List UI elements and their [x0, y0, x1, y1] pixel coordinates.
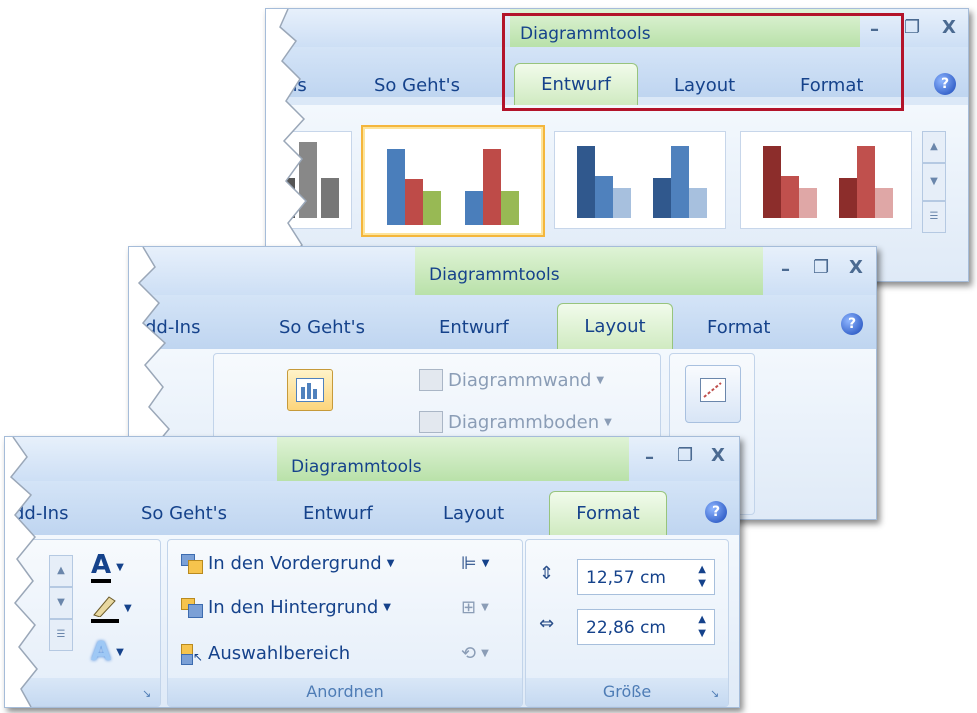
selection-pane-label: Auswahlbereich	[208, 643, 351, 664]
send-to-back-button[interactable]: In den Hintergrund ▼	[181, 597, 391, 618]
tab-entwurf[interactable]: Entwurf	[303, 503, 373, 524]
selection-pane-button[interactable]: ↖ Auswahlbereich	[181, 643, 351, 665]
shape-width-value: 22,86 cm	[586, 618, 666, 638]
align-button[interactable]: ⊫ ▼	[461, 553, 489, 574]
chevron-down-icon: ▼	[604, 416, 612, 428]
dialog-launcher-icon[interactable]: ↘	[710, 688, 722, 700]
text-effects-button[interactable]: A ▼	[91, 637, 124, 667]
plot-area-button[interactable]	[287, 369, 333, 411]
tab-so-gehts[interactable]: So Geht's	[141, 503, 227, 524]
torn-edge	[266, 9, 308, 281]
group-label-arrange: Anordnen	[168, 678, 522, 706]
ribbon-panel-format: Diagrammtools – ❐ X dd-Ins So Geht's Ent…	[4, 436, 740, 708]
shape-height-input[interactable]: 12,57 cm ▲ ▼	[577, 559, 715, 595]
chart-style-colorful[interactable]	[361, 125, 545, 237]
restore-button[interactable]: ❐	[813, 257, 829, 278]
rotate-button[interactable]: ⟲ ▼	[461, 643, 489, 664]
chart-floor-button[interactable]: Diagrammboden ▼	[419, 411, 612, 433]
trendline-button[interactable]	[685, 365, 741, 423]
bring-to-front-icon	[181, 553, 203, 574]
align-icon: ⊫	[461, 553, 477, 574]
tab-format[interactable]: Format	[549, 491, 667, 536]
shape-height-icon: ⇕	[539, 563, 555, 584]
text-outline-button[interactable]: ▼	[91, 593, 132, 623]
chevron-down-icon: ▼	[116, 561, 124, 573]
restore-button[interactable]: ❐	[904, 17, 920, 38]
selection-pane-icon: ↖	[181, 643, 203, 665]
bring-to-front-button[interactable]: In den Vordergrund ▼	[181, 553, 394, 574]
ribbon-panel-entwurf: Diagrammtools – ❐ X ns So Geht's Entwurf…	[265, 8, 969, 282]
help-icon[interactable]: ?	[705, 501, 727, 523]
group-label-size: Größe	[526, 678, 728, 706]
shape-height-value: 12,57 cm	[586, 568, 666, 588]
send-to-back-icon	[181, 597, 203, 618]
chevron-down-icon: ▼	[383, 602, 391, 613]
highlight-box	[502, 13, 904, 111]
width-spinner[interactable]: ▲ ▼	[698, 613, 706, 641]
tab-so-gehts[interactable]: So Geht's	[279, 317, 365, 338]
height-spinner[interactable]: ▲ ▼	[698, 563, 706, 591]
gallery-scroll-down[interactable]: ▼	[922, 163, 946, 201]
chart-floor-icon	[419, 411, 443, 433]
dialog-launcher-icon[interactable]: ↘	[142, 688, 154, 700]
help-icon[interactable]: ?	[841, 313, 863, 335]
minimize-button[interactable]: –	[781, 259, 790, 280]
chart-style-red[interactable]	[740, 131, 912, 229]
chevron-down-icon: ▼	[124, 602, 132, 614]
chart-wall-icon	[419, 369, 443, 391]
rotate-icon: ⟲	[461, 643, 477, 664]
minimize-button[interactable]: –	[645, 447, 654, 468]
close-button[interactable]: X	[711, 445, 725, 466]
group-objects-button[interactable]: ⊞ ▼	[461, 597, 489, 618]
chevron-down-icon: ▼	[116, 646, 124, 658]
close-button[interactable]: X	[849, 257, 863, 278]
gallery-more-button[interactable]: ☰	[922, 201, 946, 233]
chart-wall-button[interactable]: Diagrammwand ▼	[419, 369, 604, 391]
close-button[interactable]: X	[942, 17, 956, 38]
trendline-icon	[700, 378, 726, 402]
group-objects-icon: ⊞	[461, 597, 477, 618]
send-to-back-label: In den Hintergrund	[208, 597, 379, 618]
tab-layout[interactable]: Layout	[443, 503, 504, 524]
text-outline-icon	[91, 593, 119, 623]
torn-edge	[5, 437, 38, 707]
shape-width-icon: ⇔	[539, 613, 555, 634]
bring-to-front-label: In den Vordergrund	[208, 553, 382, 574]
context-label: Diagrammtools	[429, 265, 560, 285]
context-label: Diagrammtools	[291, 457, 422, 477]
text-fill-icon: A	[91, 551, 112, 583]
tab-entwurf[interactable]: Entwurf	[439, 317, 509, 338]
chevron-down-icon: ▼	[481, 648, 489, 659]
chevron-down-icon: ▼	[481, 558, 490, 569]
chevron-down-icon: ▼	[596, 374, 605, 386]
text-fill-button[interactable]: A ▼	[91, 551, 124, 583]
plot-area-icon	[296, 378, 324, 402]
tab-layout[interactable]: Layout	[557, 303, 673, 350]
chart-floor-label: Diagrammboden	[448, 411, 600, 433]
tab-so-gehts[interactable]: So Geht's	[374, 75, 460, 96]
text-effects-icon: A	[91, 637, 112, 667]
tab-format[interactable]: Format	[707, 317, 770, 338]
chevron-down-icon: ▼	[386, 558, 395, 569]
chart-style-blue[interactable]	[554, 131, 726, 229]
restore-button[interactable]: ❐	[677, 445, 693, 466]
chevron-down-icon: ▼	[481, 602, 489, 613]
chart-wall-label: Diagrammwand	[448, 369, 592, 391]
gallery-scroll-up[interactable]: ▲	[922, 131, 946, 163]
screenshot-root: { "context_label": "Diagrammtools", "hel…	[0, 0, 977, 713]
shape-width-input[interactable]: 22,86 cm ▲ ▼	[577, 609, 715, 645]
help-icon[interactable]: ?	[934, 73, 956, 95]
